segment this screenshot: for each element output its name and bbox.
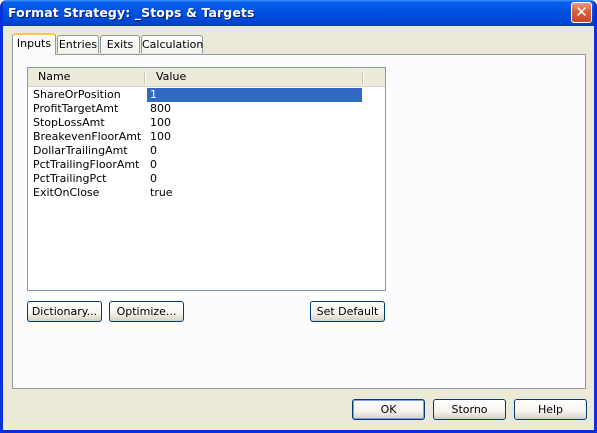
tab-calculation[interactable]: Calculation [141,35,203,53]
dictionary-button[interactable]: Dictionary... [27,301,102,322]
optimize-button[interactable]: Optimize... [109,301,184,322]
ok-button[interactable]: OK [352,399,425,420]
row-name: StopLossAmt [33,116,105,129]
row-name: ShareOrPosition [33,88,121,101]
grid-row-profittargetamt[interactable]: ProfitTargetAmt 800 [28,102,385,116]
row-value[interactable]: 100 [150,116,171,130]
tab-exits[interactable]: Exits [100,35,140,53]
row-name: ProfitTargetAmt [33,102,119,115]
grid-row-pcttrailingflooramt[interactable]: PctTrailingFloorAmt 0 [28,158,385,172]
grid-row-dollartrailingamt[interactable]: DollarTrailingAmt 0 [28,144,385,158]
row-value[interactable]: 800 [150,102,171,116]
row-value[interactable]: true [150,186,173,200]
grid-row-pcttrailingpct[interactable]: PctTrailingPct 0 [28,172,385,186]
column-header-name[interactable]: Name [38,68,70,86]
row-value[interactable]: 0 [150,158,157,172]
column-header-value[interactable]: Value [156,68,186,86]
close-icon[interactable]: ✕ [571,2,592,23]
grid-row-breakevenflooramt[interactable]: BreakevenFloorAmt 100 [28,130,385,144]
column-divider[interactable] [144,71,146,84]
window-title: Format Strategy: _Stops & Targets [8,5,255,20]
grid-row-stoplossamt[interactable]: StopLossAmt 100 [28,116,385,130]
grid-header: Name Value [28,68,385,87]
row-value[interactable]: 0 [150,172,157,186]
row-name: PctTrailingFloorAmt [33,158,140,171]
set-default-button[interactable]: Set Default [310,301,385,322]
column-divider[interactable] [362,71,364,84]
inputs-grid[interactable]: Name Value ShareOrPosition 1 ProfitTarge… [27,67,386,291]
storno-button[interactable]: Storno [433,399,506,420]
row-name: DollarTrailingAmt [33,144,128,157]
grid-row-shareorposition[interactable]: ShareOrPosition 1 [28,88,385,102]
title-bar[interactable]: Format Strategy: _Stops & Targets ✕ [3,0,594,26]
tab-entries[interactable]: Entries [57,35,99,53]
inputs-tab-panel: Name Value ShareOrPosition 1 ProfitTarge… [12,54,586,389]
row-value-input[interactable]: 1 [147,88,362,102]
row-name: BreakevenFloorAmt [33,130,142,143]
format-strategy-dialog: Format Strategy: _Stops & Targets ✕ Inpu… [0,0,597,433]
row-value[interactable]: 0 [150,144,157,158]
help-button[interactable]: Help [514,399,587,420]
row-value[interactable]: 100 [150,130,171,144]
grid-row-exitonclose[interactable]: ExitOnClose true [28,186,385,200]
tab-inputs[interactable]: Inputs [12,33,56,55]
row-name: PctTrailingPct [33,172,107,185]
row-name: ExitOnClose [33,186,100,199]
